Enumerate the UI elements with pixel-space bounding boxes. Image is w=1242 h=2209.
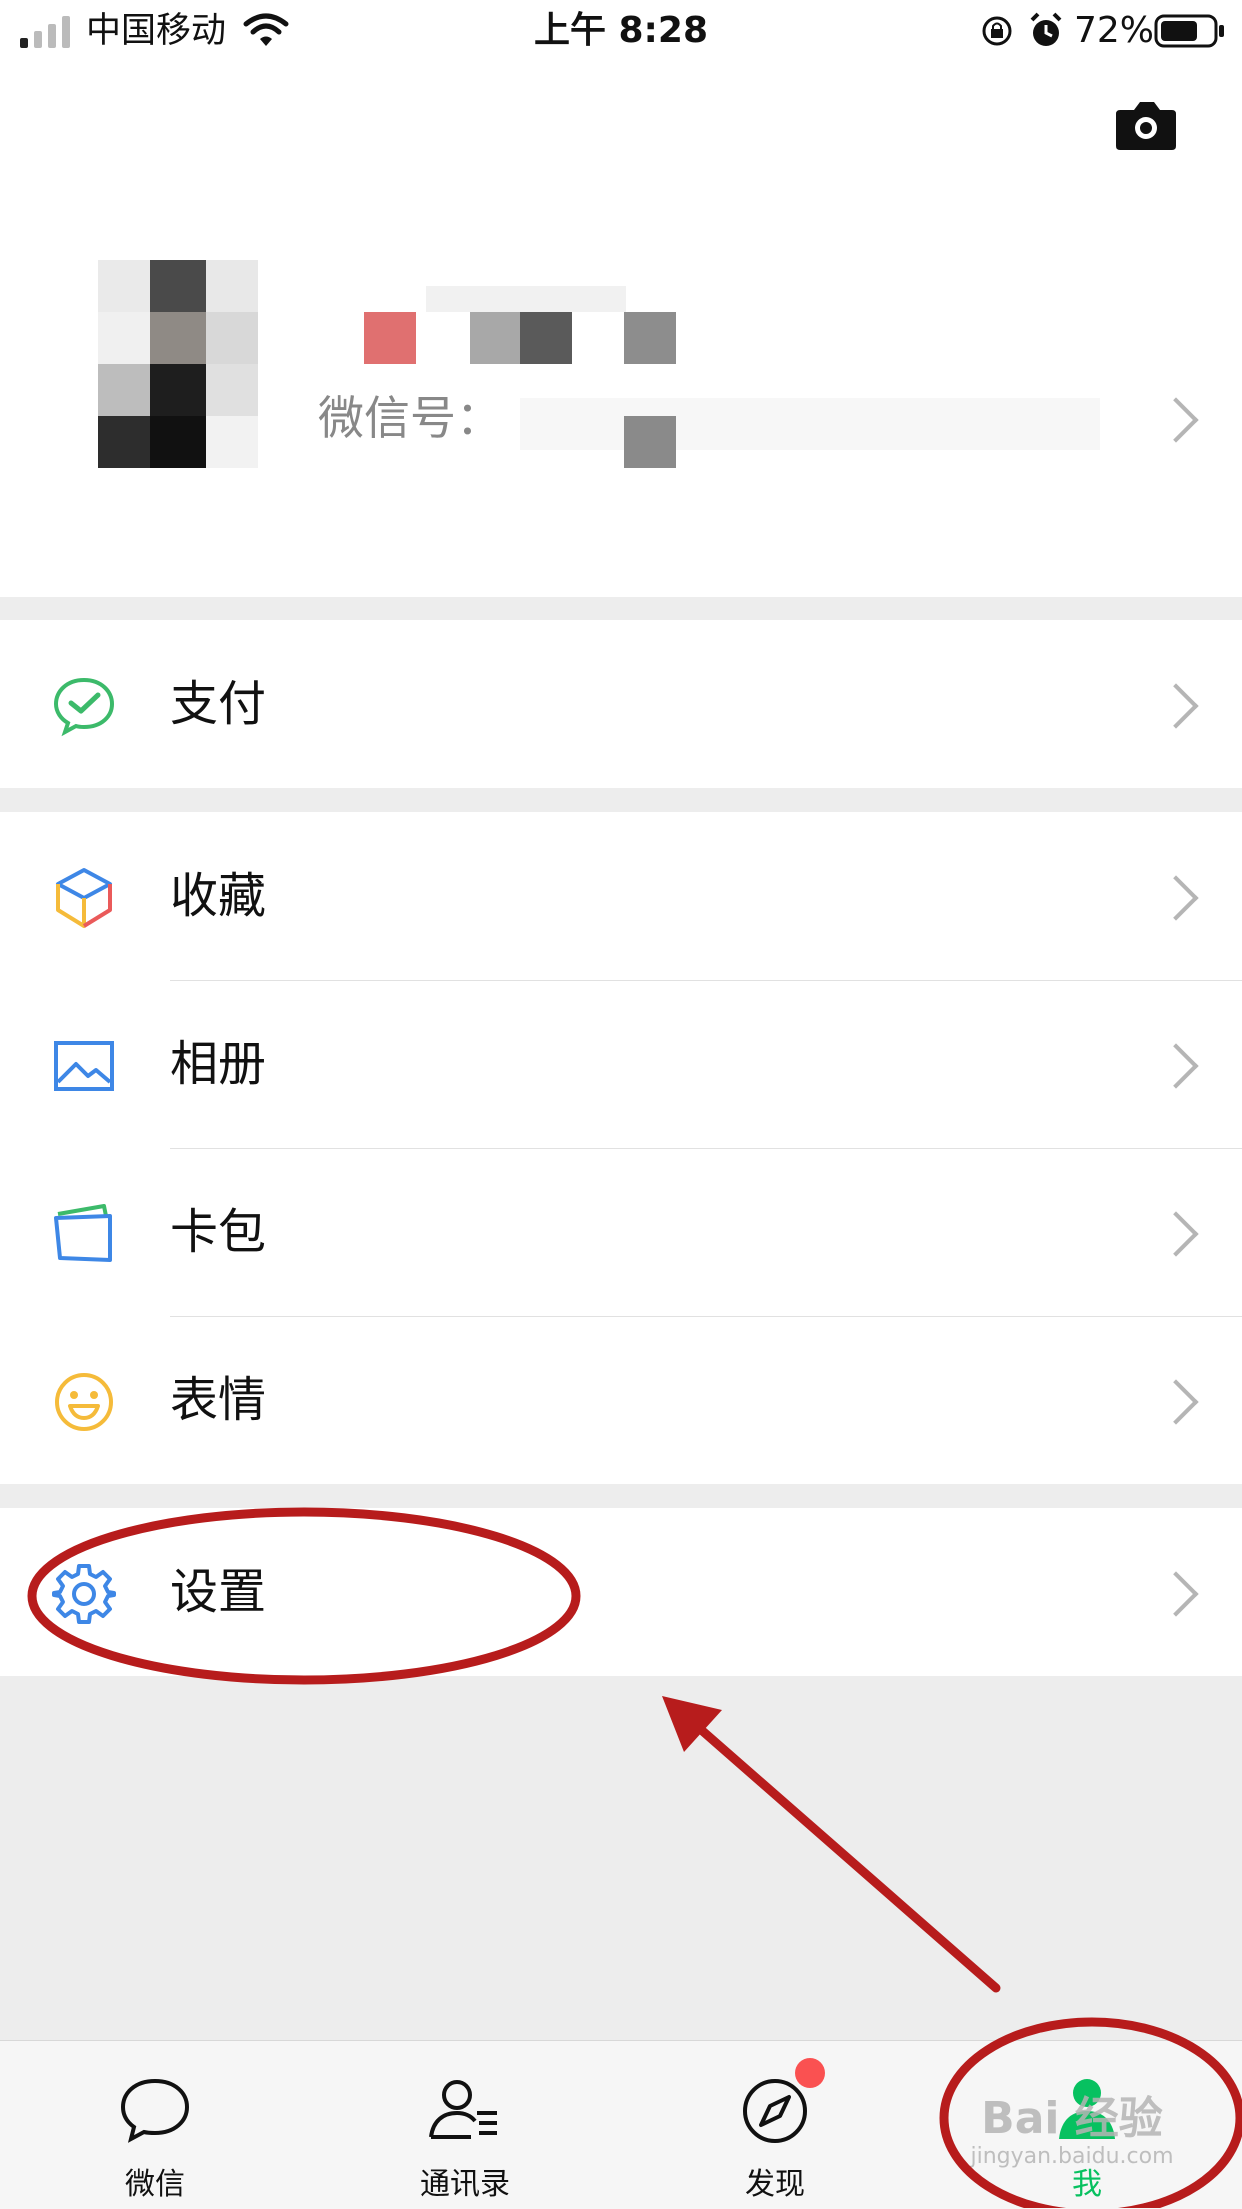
menu-label-cards: 卡包 xyxy=(170,1204,267,1260)
tab-contacts[interactable]: 通讯录 xyxy=(310,2041,620,2209)
section-settings: 设置 xyxy=(0,1508,1242,1676)
status-bar: 中国移动 上午 8:28 72% xyxy=(0,0,1242,62)
menu-label-stickers: 表情 xyxy=(170,1372,267,1428)
contacts-icon xyxy=(429,2080,497,2139)
favorites-icon xyxy=(56,868,112,928)
watermark: Bai 经验 jingyan.baidu.com xyxy=(952,2094,1192,2170)
gear-icon xyxy=(52,1564,116,1624)
chevron-right-icon xyxy=(1153,1043,1199,1089)
menu-item-stickers[interactable]: 表情 xyxy=(0,1316,1242,1484)
tab-label-chats: 微信 xyxy=(125,2167,185,2202)
watermark-text: Bai 经验 xyxy=(981,2093,1163,2144)
menu-item-favorites[interactable]: 收藏 xyxy=(0,812,1242,980)
menu-item-pay[interactable]: 支付 xyxy=(0,620,1242,788)
menu-item-settings[interactable]: 设置 xyxy=(0,1508,1242,1676)
menu-item-album[interactable]: 相册 xyxy=(0,980,1242,1148)
chat-icon xyxy=(120,2078,190,2143)
chevron-right-icon xyxy=(1153,683,1199,729)
card-wallet-icon xyxy=(54,1204,112,1262)
menu-label-pay: 支付 xyxy=(170,676,267,732)
section-pay: 支付 xyxy=(0,620,1242,788)
album-icon xyxy=(54,1041,114,1091)
chevron-right-icon xyxy=(1153,1379,1199,1425)
section-main: 收藏 相册 卡包 表情 xyxy=(0,812,1242,1484)
menu-item-cards[interactable]: 卡包 xyxy=(0,1148,1242,1316)
tab-label-discover: 发现 xyxy=(745,2167,805,2202)
tab-discover[interactable]: 发现 xyxy=(620,2041,930,2209)
tab-label-contacts: 通讯录 xyxy=(420,2167,510,2202)
watermark-subtext: jingyan.baidu.com xyxy=(970,2144,1174,2169)
alarm-icon xyxy=(1030,12,1062,46)
menu-label-favorites: 收藏 xyxy=(170,868,267,924)
menu-label-settings: 设置 xyxy=(170,1564,267,1620)
chevron-right-icon xyxy=(1153,1571,1199,1617)
nickname-redacted xyxy=(316,286,676,366)
avatar[interactable] xyxy=(98,260,258,468)
wechat-id-label: 微信号： xyxy=(318,391,502,445)
tab-chats[interactable]: 微信 xyxy=(0,2041,310,2209)
chevron-right-icon xyxy=(1153,875,1199,921)
pay-icon xyxy=(53,677,115,737)
emoji-icon xyxy=(55,1373,113,1431)
menu-label-album: 相册 xyxy=(170,1036,267,1092)
wechat-id-redacted xyxy=(520,398,1100,468)
annotation-arrow-head xyxy=(662,1696,722,1752)
camera-icon[interactable] xyxy=(1114,98,1178,152)
discover-notification-badge xyxy=(795,2058,825,2088)
rotation-lock-icon xyxy=(982,16,1012,46)
battery-icon xyxy=(1154,14,1224,48)
battery-percent: 72% xyxy=(1074,10,1155,51)
annotation-arrow-shaft xyxy=(685,1715,1001,1993)
chevron-right-icon xyxy=(1153,1211,1199,1257)
